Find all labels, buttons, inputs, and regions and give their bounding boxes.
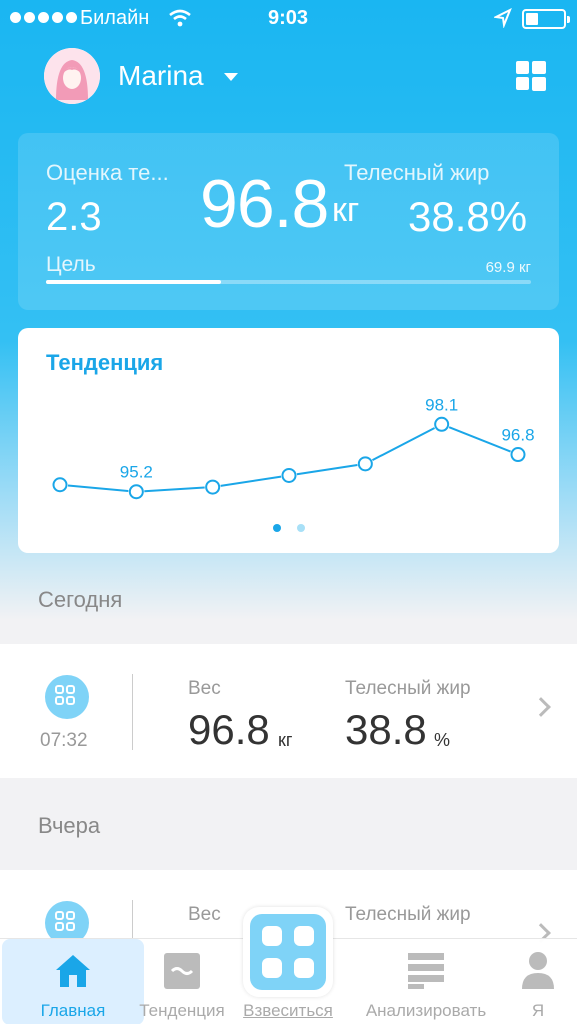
tab-weigh-label: Взвеситься xyxy=(243,1001,333,1020)
trend-point[interactable] xyxy=(434,416,450,432)
trend-point[interactable] xyxy=(281,467,297,483)
weight-value: 96.8 xyxy=(188,706,270,753)
scale-icon xyxy=(45,675,89,719)
trend-point[interactable] xyxy=(205,479,221,495)
wifi-icon xyxy=(169,9,191,27)
trend-chart: 95.2 98.1 96.8 xyxy=(52,395,535,500)
scale-icon xyxy=(250,914,326,990)
body-fat-label: Телесный жир xyxy=(344,160,490,185)
weight-label: Вес xyxy=(188,678,221,699)
record-time: 07:32 xyxy=(40,730,88,751)
tab-trend-label: Тенденция xyxy=(139,1001,225,1020)
avatar[interactable] xyxy=(44,48,100,104)
battery-icon xyxy=(522,9,570,29)
tab-home[interactable]: Главная xyxy=(2,939,144,1024)
home-icon xyxy=(56,955,90,987)
chevron-right-icon[interactable] xyxy=(531,697,551,717)
trend-point[interactable] xyxy=(510,447,526,463)
trend-icon xyxy=(164,953,200,989)
signal-icon xyxy=(10,12,77,23)
location-icon xyxy=(494,8,512,28)
person-icon xyxy=(522,952,554,989)
body-fat-label: Телесный жир xyxy=(345,678,471,699)
page-dot[interactable] xyxy=(272,524,281,532)
section-title-today: Сегодня xyxy=(38,587,123,612)
weight-unit: кг xyxy=(332,191,360,229)
trend-line-segment xyxy=(220,475,282,487)
weight-value: 96.8 xyxy=(200,166,329,242)
body-fat-value: 38.8% xyxy=(408,193,528,240)
chevron-down-icon[interactable] xyxy=(224,73,238,81)
tab-me[interactable]: Я xyxy=(500,939,576,1024)
carrier-name: Билайн xyxy=(80,7,150,29)
status-time: 9:03 xyxy=(268,7,309,29)
trend-line-segment xyxy=(371,427,436,462)
body-fat-unit: % xyxy=(434,730,451,750)
summary-card[interactable]: Оценка те... 2.3 96.8 кг Телесный жир 38… xyxy=(18,133,559,310)
divider xyxy=(132,674,133,750)
score-label: Оценка те... xyxy=(46,160,169,185)
trend-point[interactable] xyxy=(52,477,68,493)
tab-me-label: Я xyxy=(531,1001,545,1020)
trend-card[interactable]: Тенденция 95.2 98.1 96.8 xyxy=(18,328,559,553)
goal-progress-bar xyxy=(46,280,531,284)
tab-analyze-label: Анализировать xyxy=(365,1001,487,1020)
record-today[interactable]: 07:32 Вес 96.8 кг Телесный жир 38.8 % xyxy=(0,644,577,778)
trend-point[interactable] xyxy=(357,456,373,472)
tab-analyze[interactable]: Анализировать xyxy=(356,939,496,1024)
trend-point-label: 95.2 xyxy=(120,463,153,482)
page-dot[interactable] xyxy=(296,524,305,532)
body-fat-value: 38.8 xyxy=(345,706,427,753)
analyze-icon xyxy=(408,953,444,989)
user-name[interactable]: Marina xyxy=(118,60,204,92)
tab-trend[interactable]: Тенденция xyxy=(136,939,228,1024)
trend-point-label: 98.1 xyxy=(425,395,458,414)
weigh-button[interactable] xyxy=(243,907,333,997)
weight-label: Вес xyxy=(188,904,221,925)
trend-point[interactable] xyxy=(128,484,144,500)
goal-label: Цель xyxy=(46,253,96,276)
trend-line-segment xyxy=(67,484,129,492)
trend-line-segment xyxy=(296,464,358,476)
page-indicator xyxy=(18,524,559,532)
status-bar: Билайн 9:03 xyxy=(0,0,577,38)
section-title-yesterday: Вчера xyxy=(38,813,101,838)
tab-home-label: Главная xyxy=(40,1001,106,1020)
weight-unit: кг xyxy=(278,730,293,750)
goal-value: 69.9 кг xyxy=(485,259,531,276)
grid-icon[interactable] xyxy=(516,61,546,91)
trend-point-label: 96.8 xyxy=(501,426,534,445)
trend-line-segment xyxy=(144,486,205,493)
score-value: 2.3 xyxy=(46,195,102,239)
body-fat-label: Телесный жир xyxy=(345,904,471,925)
